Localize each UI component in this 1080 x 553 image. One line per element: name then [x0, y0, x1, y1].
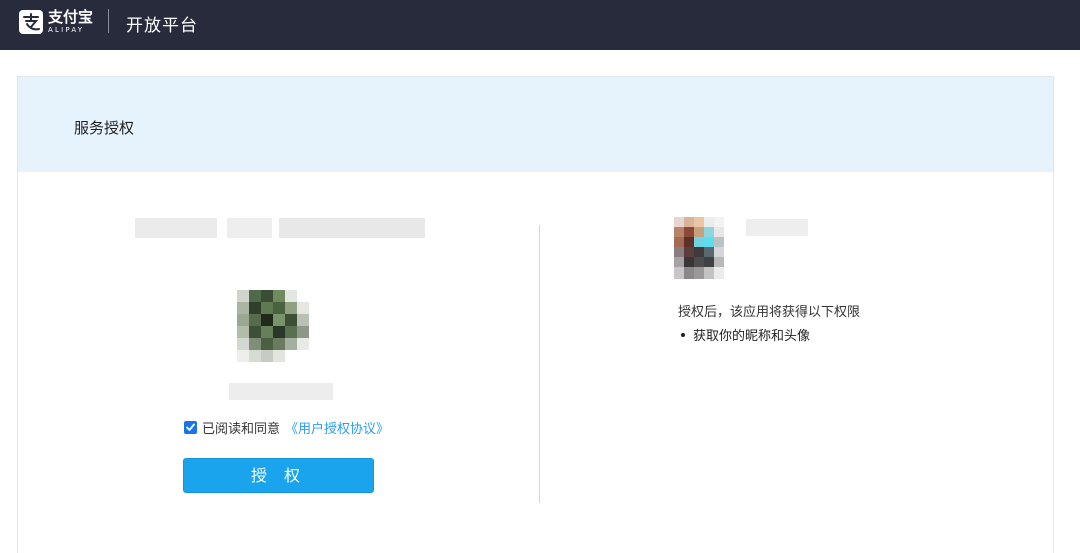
app-avatar [237, 290, 309, 362]
agree-checkbox[interactable] [184, 421, 197, 434]
panel-header: 服务授权 [18, 77, 1053, 172]
alipay-logo[interactable]: 支付宝 ALIPAY [19, 10, 93, 34]
column-divider [539, 225, 540, 503]
top-nav-bar: 支付宝 ALIPAY 开放平台 [0, 0, 1080, 50]
permission-item: 获取你的昵称和头像 [681, 325, 810, 344]
checkmark-icon [186, 423, 195, 431]
platform-title[interactable]: 开放平台 [126, 11, 198, 36]
blurred-user-name [746, 219, 808, 236]
alipay-logo-icon [19, 10, 43, 34]
permission-item-label: 获取你的昵称和头像 [693, 329, 811, 344]
permissions-list: 获取你的昵称和头像 [681, 325, 810, 344]
permissions-intro: 授权后，该应用将获得以下权限 [678, 305, 861, 320]
agree-label: 已阅读和同意 [202, 422, 281, 437]
authorization-panel: 服务授权 已阅读和同意 《用户授权协议》 授 权 授权后，该应用将获得以下权限 … [17, 76, 1054, 553]
blurred-app-description-2 [227, 218, 272, 238]
logo-wordmark-en: ALIPAY [48, 26, 85, 34]
logo-wordmark-cn: 支付宝 [48, 8, 94, 26]
blurred-app-description [135, 218, 217, 238]
authorize-button[interactable]: 授 权 [183, 458, 374, 493]
user-avatar [674, 217, 736, 279]
blurred-app-description-3 [279, 218, 425, 238]
page-title: 服务授权 [74, 119, 135, 137]
user-agreement-link[interactable]: 《用户授权协议》 [285, 418, 389, 437]
blurred-app-name [229, 383, 333, 400]
agreement-consent: 已阅读和同意 《用户授权协议》 [184, 418, 389, 437]
app-avatar-image [237, 290, 309, 362]
user-avatar-image [674, 217, 736, 279]
header-divider [108, 9, 109, 33]
bullet-icon [681, 332, 685, 337]
